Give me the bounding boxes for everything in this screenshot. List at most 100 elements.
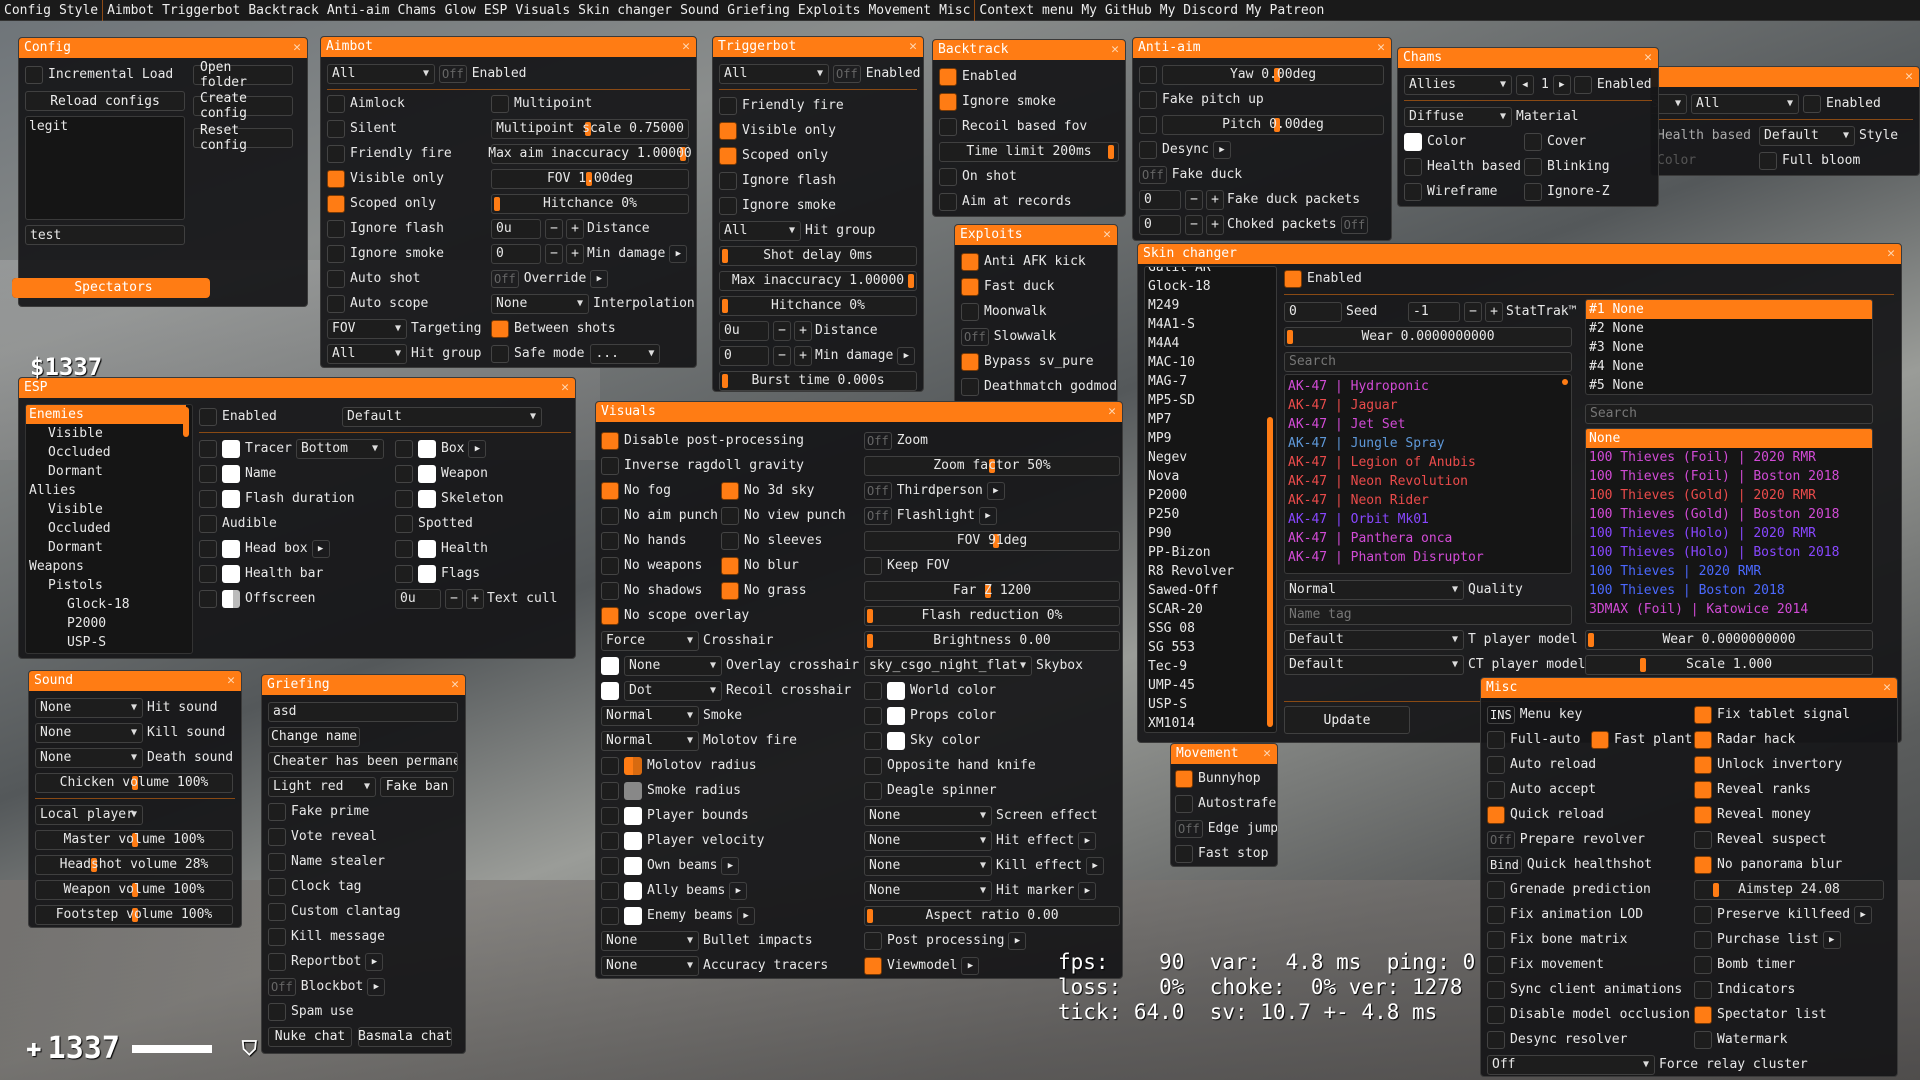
checkbox-box[interactable]	[939, 167, 957, 186]
auto-shot-checkbox[interactable]: Auto shot	[327, 266, 487, 291]
weapon-item[interactable]: SSG 08	[1145, 619, 1276, 638]
sticker-item[interactable]: 100 Thieves | 2020 RMR	[1586, 562, 1872, 581]
hit-marker-select[interactable]: None ▼	[864, 880, 992, 901]
no-fog-checkbox[interactable]: No fog	[601, 478, 721, 503]
esp-font-select[interactable]: Default ▼	[342, 406, 542, 427]
between-shots-checkbox[interactable]: Between shots	[491, 316, 691, 341]
tree-item-dormant[interactable]: Dormant	[26, 538, 192, 557]
menu-anti-aim[interactable]: Anti-aim	[323, 0, 394, 21]
checkbox-box[interactable]	[939, 67, 957, 86]
checkbox-box[interactable]	[601, 531, 619, 550]
skin-list[interactable]: AK-47 | Hydroponic AK-47 | Jaguar AK-47 | …	[1284, 374, 1572, 574]
weapon-item[interactable]: M249	[1145, 296, 1276, 315]
play-icon[interactable]: ▶	[1086, 856, 1105, 875]
sticker-list[interactable]: None 100 Thieves (Foil) | 2020 RMR 100 Thi…	[1585, 428, 1873, 624]
checkbox-box[interactable]	[491, 344, 509, 363]
fov-slider[interactable]: FOV 91deg	[864, 530, 1120, 551]
checkbox-box[interactable]	[1139, 90, 1157, 109]
menu-visuals[interactable]: Visuals	[511, 0, 574, 21]
sound-titlebar[interactable]: Sound ✕	[29, 671, 241, 691]
slider-grab[interactable]	[867, 908, 873, 923]
tree-item-dormant[interactable]: Dormant	[26, 462, 192, 481]
skin-changer-titlebar[interactable]: Skin changer ✕	[1138, 244, 1901, 264]
incremental-load-checkbox[interactable]: Incremental Load	[25, 62, 185, 87]
hotkey-button[interactable]: Off	[961, 327, 989, 346]
decrement-button[interactable]: −	[773, 345, 791, 366]
menu-movement[interactable]: Movement	[864, 0, 935, 21]
min-damage-input[interactable]: 0	[491, 243, 541, 264]
esp-titlebar[interactable]: ESP ✕	[19, 378, 575, 398]
play-icon[interactable]: ▶	[1822, 930, 1841, 949]
increment-button[interactable]: +	[566, 243, 584, 264]
safe-mode-checkbox[interactable]: Safe mode... ▼	[491, 341, 691, 366]
nuke-chat-button[interactable]: Nuke chat	[268, 1026, 352, 1047]
health-bar-checkbox[interactable]	[199, 564, 217, 583]
close-icon[interactable]: ✕	[1644, 48, 1652, 68]
checkbox-box[interactable]	[268, 1002, 286, 1021]
checkbox-box[interactable]	[1404, 157, 1422, 176]
checkbox-box[interactable]	[1524, 157, 1542, 176]
disable-model-occlusion-checkbox[interactable]: Disable model occlusion	[1487, 1002, 1690, 1027]
spotted-checkbox[interactable]	[395, 514, 413, 533]
fake-pitch-checkbox[interactable]: Fake pitch up	[1139, 87, 1385, 112]
enemy-beams-option[interactable]: Enemy beams ▶	[601, 903, 861, 928]
weapon-item[interactable]: Negev	[1145, 448, 1276, 467]
sticker-item[interactable]: 100 Thieves (Gold) | Boston 2018	[1586, 505, 1872, 524]
choked-packets-input[interactable]: 0	[1139, 214, 1181, 235]
esp-category-tree[interactable]: Enemies Visible Occluded Dormant Allies Visib…	[25, 404, 193, 654]
footstep-volume-slider[interactable]: Footstep volume 100%	[35, 904, 233, 925]
checkbox-box[interactable]	[1524, 132, 1542, 151]
checkbox-box[interactable]	[268, 877, 286, 896]
tree-item-enemies[interactable]: Enemies	[26, 405, 186, 424]
checkbox-box[interactable]	[719, 121, 737, 140]
menu-my-patreon[interactable]: My Patreon	[1242, 0, 1328, 21]
player-bounds-option[interactable]: Player bounds	[601, 803, 861, 828]
checkbox-box[interactable]	[1487, 905, 1505, 924]
menu-style[interactable]: Style	[55, 0, 102, 21]
menu-glow[interactable]: Glow	[441, 0, 480, 21]
checkbox-box[interactable]	[719, 196, 737, 215]
checkbox-box[interactable]	[601, 856, 619, 875]
aimstep-slider[interactable]: Aimstep 24.08	[1694, 879, 1884, 900]
text-cull-input[interactable]: 0u	[395, 588, 441, 609]
reveal-money-checkbox[interactable]: Reveal money	[1694, 802, 1894, 827]
opposite-hand-knife-checkbox[interactable]: Opposite hand knife	[864, 753, 1120, 778]
slider-grab[interactable]	[494, 196, 500, 211]
spectator-list-checkbox[interactable]: Spectator list	[1694, 1002, 1894, 1027]
decrement-button[interactable]: −	[545, 243, 563, 264]
checkbox-box[interactable]	[1487, 755, 1505, 774]
play-icon[interactable]: ▶	[1008, 931, 1027, 950]
checkbox-box[interactable]	[601, 556, 619, 575]
fast-stop-checkbox[interactable]: Fast stop	[1175, 841, 1273, 866]
hotkey-button[interactable]: Off	[833, 64, 861, 83]
sticker-scale-slider[interactable]: Scale 1.000	[1585, 654, 1873, 675]
checkbox-box[interactable]	[939, 92, 957, 111]
no-aim-punch-checkbox[interactable]: No aim punch	[601, 503, 721, 528]
play-icon[interactable]: ▶	[311, 539, 330, 558]
color-swatch[interactable]	[418, 539, 436, 558]
thirdperson-hotkey[interactable]: Off	[864, 481, 892, 500]
create-config-button[interactable]: Create config	[193, 91, 293, 121]
close-icon[interactable]: ✕	[682, 37, 690, 57]
menu-skin-changer[interactable]: Skin changer	[574, 0, 676, 21]
flash-duration-checkbox[interactable]	[199, 489, 217, 508]
ignore-smoke-checkbox[interactable]: Ignore smoke	[939, 89, 1119, 114]
anti-afk-kick-checkbox[interactable]: Anti AFK kick	[961, 249, 1111, 274]
distance-input[interactable]: 0u	[719, 320, 769, 341]
checkbox-box[interactable]	[1694, 755, 1712, 774]
fast-plant-checkbox[interactable]: Fast plant	[1591, 727, 1692, 752]
checkbox-box[interactable]	[719, 146, 737, 165]
scoped-only-checkbox[interactable]: Scoped only	[327, 191, 487, 216]
config-item[interactable]: legit	[26, 117, 184, 136]
hotkey-button[interactable]: Off	[439, 64, 467, 83]
config-name-input[interactable]: test	[25, 225, 185, 245]
player-velocity-option[interactable]: Player velocity	[601, 828, 861, 853]
skin-enabled-checkbox[interactable]: Enabled	[1284, 266, 1894, 291]
flash-reduction-slider[interactable]: Flash reduction 0%	[864, 605, 1120, 626]
flags-checkbox[interactable]	[395, 564, 413, 583]
checkbox-box[interactable]	[719, 96, 737, 115]
weapon-item[interactable]: USP-S	[1145, 695, 1276, 714]
slider-grab[interactable]	[867, 633, 873, 648]
play-icon[interactable]: ▶	[986, 481, 1005, 500]
color-swatch[interactable]	[222, 589, 240, 608]
